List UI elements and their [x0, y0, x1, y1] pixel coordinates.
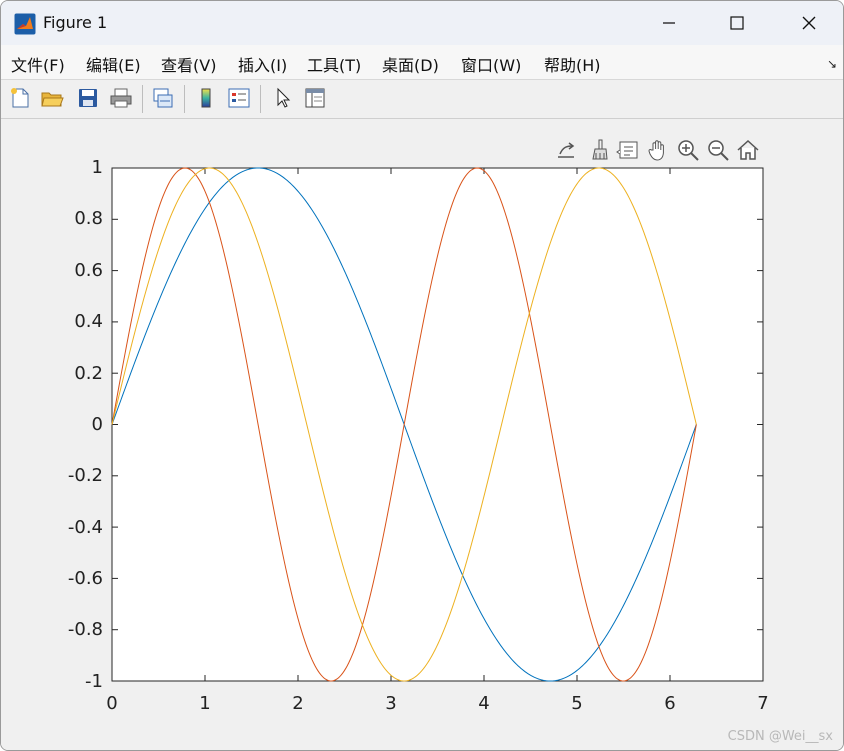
watermark: CSDN @Wei__sx	[727, 729, 833, 744]
plot-canvas[interactable]	[1, 1, 843, 750]
figure-window: Figure 1 文件(F) 编辑(E) 查看(V) 插入(I) 工具(T) 桌…	[0, 0, 844, 751]
axes-box	[111, 167, 764, 682]
